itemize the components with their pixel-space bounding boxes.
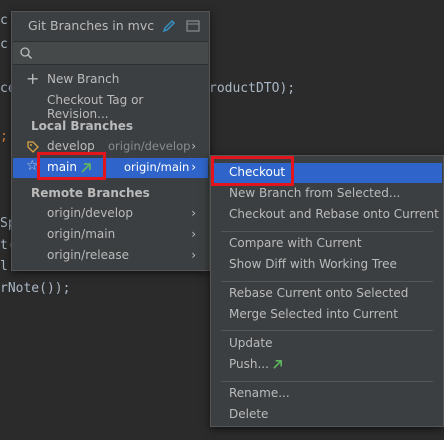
branch-name: origin/develop	[47, 206, 133, 220]
menu-item-label: Delete	[229, 407, 269, 421]
menu-item-label: Checkout and Rebase onto Current	[229, 207, 439, 221]
plus-icon: +	[26, 69, 40, 88]
git-branches-popup: Git Branches in mvc + New Branch Checkou…	[11, 11, 210, 271]
tracking-branch: origin/main	[124, 160, 190, 174]
local-branches-header: Local Branches	[31, 119, 134, 133]
branch-actions-submenu: Checkout New Branch from Selected... Che…	[210, 155, 444, 427]
update-menu-item[interactable]: Update	[212, 334, 442, 354]
rename-menu-item[interactable]: Rename...	[212, 384, 442, 404]
remote-branches-header: Remote Branches	[31, 186, 150, 200]
remote-branch-item[interactable]: origin/main ›	[13, 225, 208, 245]
show-diff-menu-item[interactable]: Show Diff with Working Tree	[212, 255, 442, 275]
push-arrow-icon	[273, 360, 282, 369]
checkout-tag-label: Checkout Tag or Revision...	[47, 93, 144, 121]
remote-branch-item[interactable]: origin/release ›	[13, 246, 208, 266]
merge-selected-menu-item[interactable]: Merge Selected into Current	[212, 305, 442, 325]
code-fragment: c	[0, 37, 8, 52]
tracking-branch: origin/develop	[108, 139, 191, 153]
menu-separator	[221, 231, 433, 232]
code-fragment: ;	[0, 129, 8, 144]
search-field[interactable]	[13, 41, 208, 65]
push-menu-item[interactable]: Push...	[212, 355, 442, 375]
chevron-right-icon: ›	[191, 227, 196, 241]
code-fragment: roductDTO);	[209, 81, 296, 96]
menu-item-label: Rename...	[229, 386, 290, 400]
chevron-right-icon: ›	[191, 160, 196, 174]
menu-item-label: Update	[229, 336, 273, 350]
menu-item-label: Show Diff with Working Tree	[229, 257, 397, 271]
menu-item-label: New Branch from Selected...	[229, 186, 401, 200]
new-branch-from-selected-menu-item[interactable]: New Branch from Selected...	[212, 184, 442, 204]
compare-with-current-menu-item[interactable]: Compare with Current	[212, 234, 442, 254]
popup-header: Git Branches in mvc	[12, 12, 209, 40]
menu-item-label: Push...	[229, 357, 269, 371]
settings-window-icon[interactable]	[186, 19, 200, 33]
menu-separator	[221, 281, 433, 282]
remote-branch-item[interactable]: origin/develop ›	[13, 204, 208, 224]
chevron-right-icon: ›	[191, 206, 196, 220]
menu-separator	[221, 381, 433, 382]
highlight-checkout	[211, 156, 294, 186]
highlight-main-branch	[37, 152, 106, 180]
checkout-and-rebase-menu-item[interactable]: Checkout and Rebase onto Current	[212, 205, 442, 225]
delete-menu-item[interactable]: Delete	[212, 405, 442, 425]
code-fragment: rNote());	[0, 281, 71, 296]
new-branch-item[interactable]: + New Branch	[13, 69, 208, 90]
checkout-tag-item[interactable]: Checkout Tag or Revision...	[13, 91, 208, 121]
edit-pencil-icon[interactable]	[162, 19, 176, 33]
code-fragment: c	[0, 13, 8, 28]
search-icon	[20, 47, 33, 60]
branch-name: develop	[47, 139, 95, 153]
menu-item-label: Compare with Current	[229, 236, 362, 250]
branch-name: origin/release	[47, 248, 129, 262]
new-branch-label: New Branch	[47, 72, 120, 86]
chevron-right-icon: ›	[191, 139, 196, 153]
popup-title: Git Branches in mvc	[28, 18, 155, 33]
menu-item-label: Rebase Current onto Selected	[229, 286, 409, 300]
menu-item-label: Merge Selected into Current	[229, 307, 398, 321]
chevron-right-icon: ›	[191, 248, 196, 262]
code-fragment: l	[0, 259, 8, 274]
branch-name: origin/main	[47, 227, 116, 241]
rebase-current-menu-item[interactable]: Rebase Current onto Selected	[212, 284, 442, 304]
menu-separator	[221, 330, 433, 331]
